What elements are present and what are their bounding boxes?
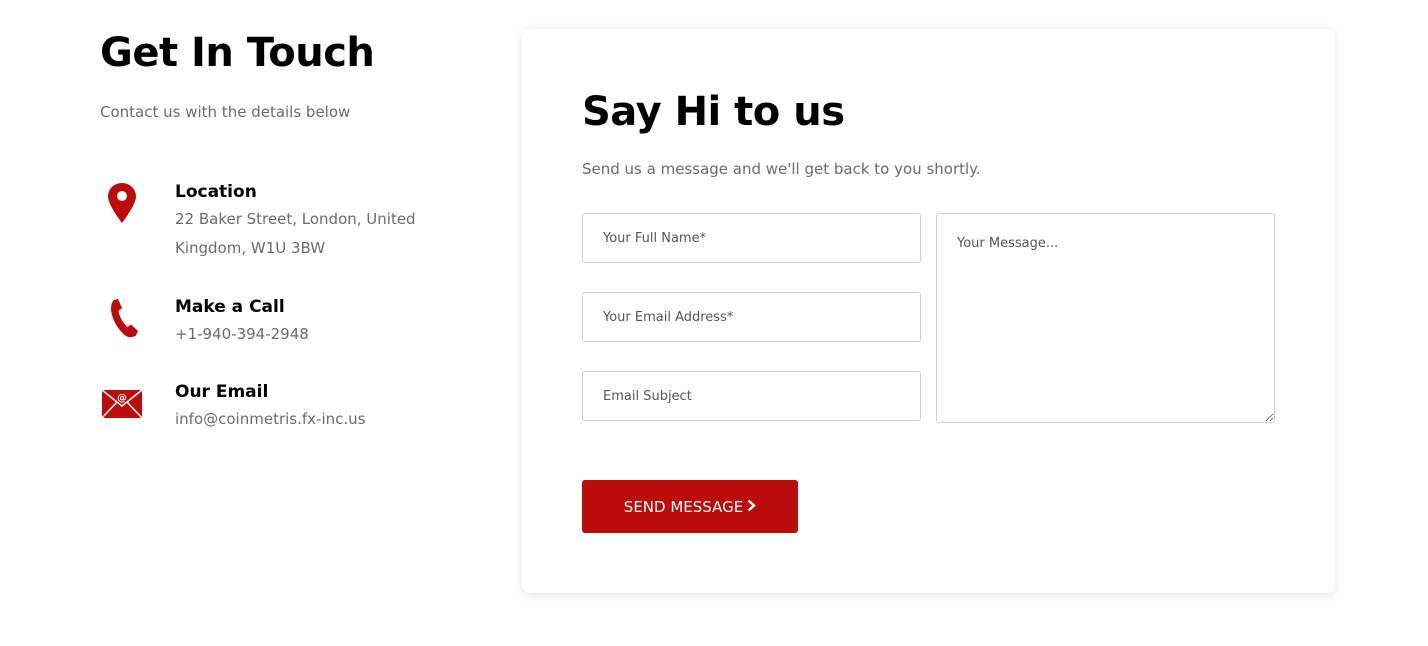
contact-page: Get In Touch Contact us with the details… (0, 0, 1428, 646)
page-subtitle: Contact us with the details below (100, 103, 351, 121)
email-address[interactable]: info@coinmetris.fx-inc.us (175, 405, 435, 434)
send-message-label: SEND MESSAGE (623, 497, 744, 516)
location-address-line2: Kingdom, W1U 3BW (175, 239, 326, 257)
email-title: Our Email (175, 382, 269, 402)
envelope-icon: @ (100, 381, 144, 425)
form-title: Say Hi to us (582, 89, 845, 135)
email-address-input[interactable] (582, 292, 921, 342)
contact-info: Get In Touch Contact us with the details… (100, 28, 480, 122)
chevron-right-icon (747, 498, 757, 516)
message-textarea[interactable] (936, 213, 1275, 423)
email-subject-input[interactable] (582, 371, 921, 421)
send-message-button[interactable]: SEND MESSAGE (582, 480, 798, 533)
contact-form-card: Say Hi to us Send us a message and we'll… (522, 29, 1335, 593)
phone-title: Make a Call (175, 297, 285, 317)
location-address-line1: 22 Baker Street, London, United (175, 210, 416, 228)
form-subtitle: Send us a message and we'll get back to … (582, 160, 981, 178)
location-title: Location (175, 182, 257, 202)
page-title: Get In Touch (100, 30, 375, 76)
location-pin-icon (100, 181, 144, 225)
full-name-input[interactable] (582, 213, 921, 263)
svg-text:@: @ (117, 393, 127, 404)
phone-icon (100, 296, 144, 340)
phone-number[interactable]: +1-940-394-2948 (175, 320, 435, 349)
